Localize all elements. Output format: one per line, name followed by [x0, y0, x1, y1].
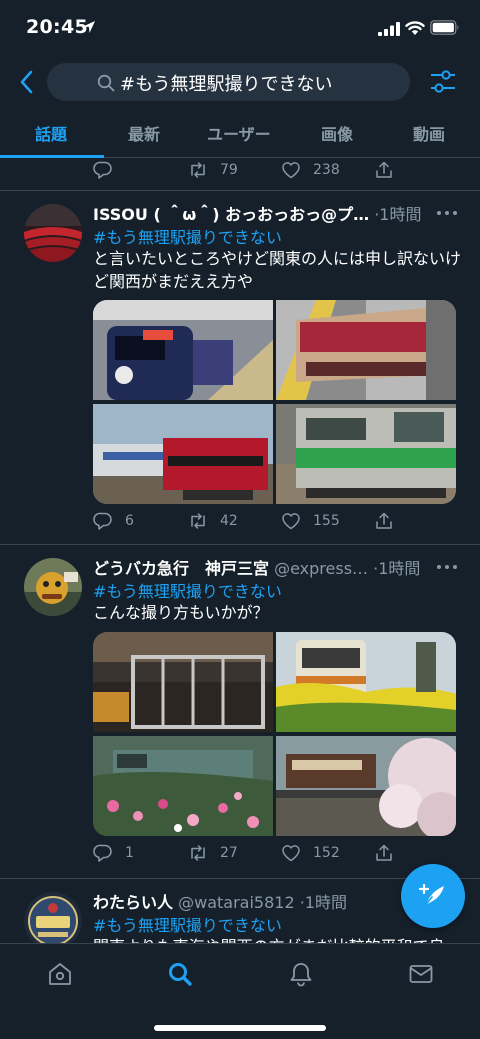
hashtag-link[interactable]: #もう無理駅撮りできない — [93, 912, 282, 936]
retweet-count: 79 — [220, 162, 238, 178]
share-icon — [376, 844, 392, 861]
tweet-header: どうバカ急行 神戸三宮 @express… ·1時間 — [93, 555, 420, 579]
home-indicator — [154, 1025, 326, 1031]
media-photo-1[interactable] — [93, 300, 273, 400]
heart-icon — [282, 845, 300, 862]
share-button[interactable] — [374, 160, 394, 180]
like-button[interactable]: 155 — [281, 511, 340, 531]
tweet-actions: 1 27 152 — [0, 843, 480, 867]
tab-people[interactable]: ユーザー — [207, 121, 271, 145]
media-photo-2[interactable] — [276, 632, 456, 732]
reply-icon — [93, 512, 112, 530]
media-photo-1[interactable] — [93, 632, 273, 732]
like-count: 155 — [313, 513, 340, 529]
media-photo-4[interactable] — [276, 736, 456, 836]
reply-icon — [93, 844, 112, 862]
tab-videos[interactable]: 動画 — [413, 121, 445, 145]
search-filter-icon[interactable] — [429, 68, 457, 96]
tweet-feed[interactable]: 79 238 ISSOU ( ＾ω＾) おっおっおっ@プ… ·1時間 #もう無理… — [0, 158, 480, 943]
display-name[interactable]: どうバカ急行 神戸三宮 — [93, 559, 269, 578]
heart-icon — [282, 513, 300, 530]
tweet-time: ·1時間 — [299, 893, 347, 912]
tweet[interactable]: ISSOU ( ＾ω＾) おっおっおっ@プ… ·1時間 #もう無理駅撮りできない… — [0, 191, 480, 544]
tweet-header: わたらい人 @watarai5812 ·1時間 — [93, 889, 347, 913]
reply-button[interactable]: 6 — [93, 511, 134, 531]
avatar[interactable] — [24, 892, 82, 943]
messages-envelope-icon[interactable] — [408, 961, 434, 987]
media-photo-3[interactable] — [93, 736, 273, 836]
tweet-header: ISSOU ( ＾ω＾) おっおっおっ@プ… ·1時間 — [93, 201, 422, 225]
tweet-text: 関東よりも東海や関西の方がまだ比較的平和で良 — [93, 935, 463, 943]
more-options-icon[interactable] — [436, 208, 458, 218]
tweet-text: と言いたいところやけど関東の人には申し訳ないけど関西がまだええ方や — [93, 249, 462, 291]
like-count: 152 — [313, 845, 340, 861]
battery-icon — [430, 20, 459, 35]
tab-latest[interactable]: 最新 — [128, 121, 160, 145]
hashtag-link[interactable]: #もう無理駅撮りできない — [93, 224, 282, 248]
location-arrow-icon — [83, 21, 95, 33]
tweet-time: ·1時間 — [374, 205, 422, 224]
display-name[interactable]: わたらい人 — [93, 893, 173, 912]
search-query: #もう無理駅撮りできない — [120, 74, 333, 95]
status-time: 20:45 — [26, 16, 88, 38]
retweet-button[interactable]: 27 — [188, 843, 238, 863]
more-options-icon[interactable] — [436, 562, 458, 572]
media-grid — [93, 632, 456, 836]
media-photo-4[interactable] — [276, 404, 456, 504]
reply-count: 1 — [125, 845, 134, 861]
home-icon[interactable] — [47, 961, 73, 987]
tweet[interactable]: どうバカ急行 神戸三宮 @express… ·1時間 #もう無理駅撮りできない … — [0, 545, 480, 878]
notifications-bell-icon[interactable] — [288, 961, 314, 987]
media-grid — [93, 300, 456, 504]
heart-icon — [282, 162, 300, 179]
retweet-icon — [191, 513, 205, 529]
share-button[interactable] — [374, 511, 394, 531]
search-input[interactable]: #もう無理駅撮りできない — [47, 63, 410, 101]
share-icon — [376, 161, 392, 178]
hashtag-link[interactable]: #もう無理駅撮りできない — [93, 578, 282, 602]
search-tabs: 話題 最新 ユーザー 画像 動画 — [0, 112, 480, 158]
retweet-icon — [191, 162, 205, 178]
retweet-count: 42 — [220, 513, 238, 529]
like-button[interactable]: 152 — [281, 843, 340, 863]
display-name[interactable]: ISSOU ( ＾ω＾) おっおっおっ@プ… — [93, 205, 369, 224]
status-bar: 20:45 — [0, 0, 480, 58]
like-count: 238 — [313, 162, 340, 178]
retweet-icon — [191, 845, 205, 861]
reply-icon — [93, 161, 112, 179]
share-icon — [376, 512, 392, 529]
reply-button[interactable]: 1 — [93, 843, 134, 863]
retweet-button[interactable]: 42 — [188, 511, 238, 531]
cellular-signal-icon — [378, 22, 400, 36]
media-photo-3[interactable] — [93, 404, 273, 504]
reply-count: 6 — [125, 513, 134, 529]
compose-tweet-button[interactable] — [401, 864, 465, 928]
retweet-button[interactable]: 79 — [188, 160, 238, 180]
user-handle[interactable]: @express… — [274, 559, 368, 578]
previous-tweet-actions: 79 238 — [0, 160, 480, 184]
tweet-actions: 6 42 155 — [0, 511, 480, 535]
tweet-text: こんな撮り方もいかが？ — [93, 603, 269, 622]
retweet-count: 27 — [220, 845, 238, 861]
like-button[interactable]: 238 — [281, 160, 340, 180]
search-icon — [97, 74, 115, 92]
compose-feather-icon — [418, 883, 444, 908]
media-photo-2[interactable] — [276, 300, 456, 400]
explore-search-icon[interactable] — [167, 961, 193, 987]
tweet-time: ·1時間 — [373, 559, 421, 578]
avatar[interactable] — [24, 558, 82, 616]
share-button[interactable] — [374, 843, 394, 863]
wifi-icon — [405, 21, 425, 35]
tab-photos[interactable]: 画像 — [321, 121, 353, 145]
avatar[interactable] — [24, 204, 82, 262]
bottom-navigation — [0, 943, 480, 1039]
back-arrow-icon[interactable] — [16, 69, 40, 95]
user-handle[interactable]: @watarai5812 — [178, 893, 295, 912]
reply-button[interactable] — [93, 160, 125, 180]
tab-top[interactable]: 話題 — [35, 121, 67, 145]
search-header: #もう無理駅撮りできない — [0, 60, 480, 104]
